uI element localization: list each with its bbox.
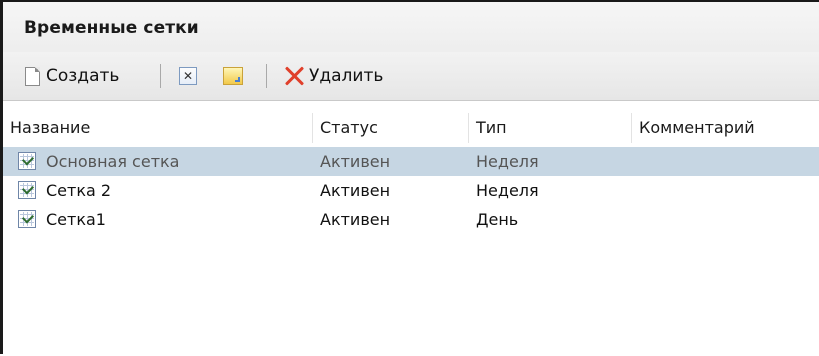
time-grids-window: Временные сетки Создать ✕ Удалить Назван… [0,0,819,356]
table-row[interactable]: Сетка 2 Активен Неделя [3,176,819,205]
row-status: Активен [320,152,391,171]
create-button[interactable]: Создать [25,62,119,90]
close-box-button[interactable]: ✕ [179,62,197,90]
row-type: Неделя [476,181,539,200]
folder-edit-button[interactable] [223,62,243,90]
table-row[interactable]: Основная сетка Активен Неделя [3,147,819,176]
row-type: Неделя [476,152,539,171]
panel-title: Временные сетки [24,18,199,38]
close-box-icon: ✕ [179,67,197,85]
column-header-comment[interactable]: Комментарий [639,113,755,143]
toolbar-separator [266,64,267,88]
column-header-status[interactable]: Статус [320,113,378,143]
toolbar-separator [160,64,161,88]
table-header: Название Статус Тип Комментарий [3,113,819,143]
new-document-icon [25,66,40,86]
column-divider[interactable] [312,113,313,143]
column-header-type[interactable]: Тип [476,113,507,143]
column-header-name[interactable]: Название [10,113,90,143]
row-type: День [476,210,519,229]
schedule-grid-icon [18,210,36,228]
row-name: Основная сетка [46,152,180,171]
delete-x-icon [283,65,305,87]
schedule-grid-icon [18,181,36,199]
create-button-label: Создать [46,66,120,86]
row-name: Сетка1 [46,210,106,229]
delete-button[interactable]: Удалить [283,62,383,90]
row-name: Сетка 2 [46,181,112,200]
time-grids-table: Название Статус Тип Комментарий Основная… [3,101,819,356]
row-status: Активен [320,210,391,229]
toolbar: Создать ✕ Удалить [3,52,819,101]
column-divider[interactable] [631,113,632,143]
column-divider[interactable] [468,113,469,143]
schedule-grid-icon [18,152,36,170]
table-row[interactable]: Сетка1 Активен День [3,205,819,234]
row-status: Активен [320,181,391,200]
delete-button-label: Удалить [309,66,384,86]
folder-edit-icon [223,67,243,85]
